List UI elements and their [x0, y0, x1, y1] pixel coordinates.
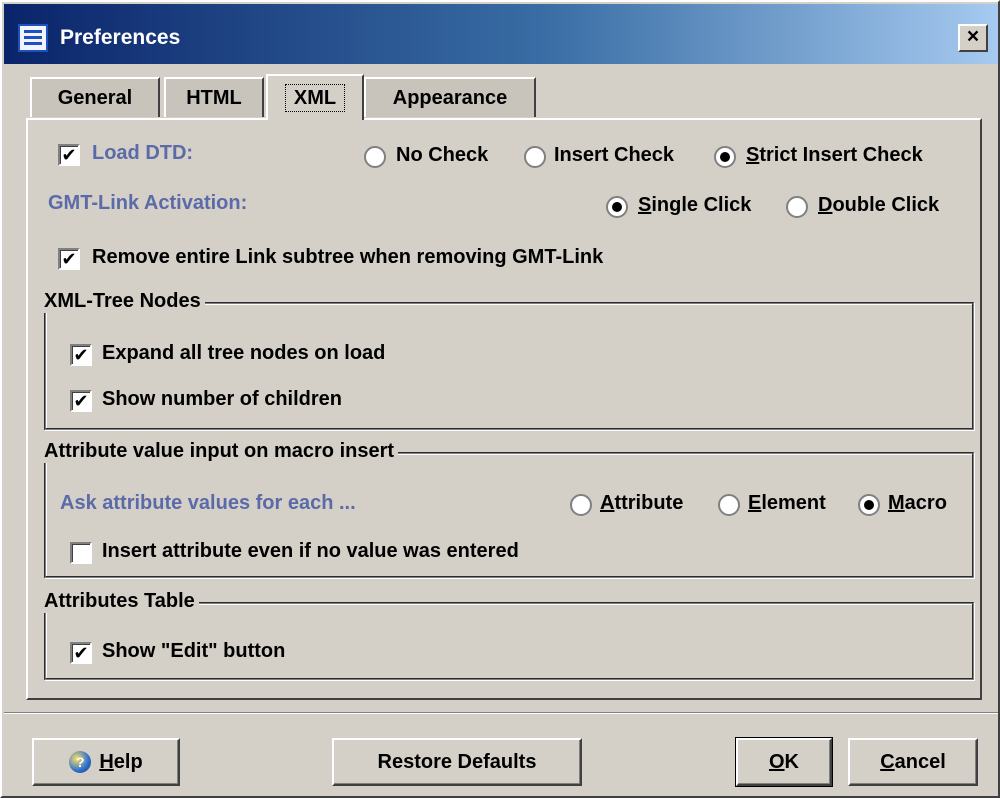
tab-appearance-label: Appearance — [392, 86, 508, 109]
expand-tree-nodes-label: Expand all tree nodes on load — [102, 342, 386, 364]
help-icon: ? — [69, 751, 92, 773]
close-icon: × — [966, 25, 980, 48]
insert-empty-attribute-label: Insert attribute even if no value was en… — [102, 540, 519, 562]
ask-element-radio[interactable] — [718, 494, 740, 516]
restore-defaults-label: Restore Defaults — [377, 750, 537, 773]
ask-attribute-values-label: Ask attribute values for each ... — [60, 492, 356, 514]
insert-check-label: Insert Check — [554, 144, 675, 166]
show-edit-button-label: Show "Edit" button — [102, 640, 286, 662]
ask-macro-radio[interactable] — [858, 494, 880, 516]
show-edit-button-checkbox[interactable]: ✔ — [70, 642, 92, 664]
title-bar[interactable]: Preferences × — [4, 4, 998, 64]
cancel-button[interactable]: Cancel — [848, 738, 978, 786]
tab-general[interactable]: General — [30, 77, 160, 117]
ask-macro-label: Macro — [888, 492, 947, 514]
expand-tree-nodes-checkbox[interactable]: ✔ — [70, 344, 92, 366]
help-button-label: Help — [99, 750, 143, 773]
check-icon: ✔ — [73, 643, 89, 663]
window-title: Preferences — [60, 26, 181, 49]
ok-button-label: OK — [768, 750, 799, 773]
show-children-count-label: Show number of children — [102, 388, 343, 410]
xml-tree-nodes-title: XML-Tree Nodes — [42, 290, 205, 313]
double-click-radio[interactable] — [786, 196, 808, 218]
show-children-count-checkbox[interactable]: ✔ — [70, 390, 92, 412]
ask-attribute-label: Attribute — [600, 492, 684, 514]
ask-element-label: Element — [748, 492, 826, 514]
preferences-app-icon — [18, 24, 48, 52]
xml-settings-panel: ✔ Load DTD: No Check Insert Check Strict… — [26, 118, 982, 700]
cancel-button-label: Cancel — [880, 750, 946, 773]
tab-html[interactable]: HTML — [164, 77, 264, 117]
single-click-radio[interactable] — [606, 196, 628, 218]
tab-appearance[interactable]: Appearance — [364, 77, 536, 117]
tab-xml-label: XML — [284, 84, 346, 112]
insert-check-radio[interactable] — [524, 146, 546, 168]
ask-attribute-radio[interactable] — [570, 494, 592, 516]
ok-button[interactable]: OK — [735, 737, 833, 787]
insert-empty-attribute-checkbox[interactable] — [70, 542, 92, 564]
tab-xml[interactable]: XML — [266, 74, 364, 120]
check-icon: ✔ — [61, 145, 77, 165]
remove-link-subtree-label: Remove entire Link subtree when removing… — [92, 246, 604, 268]
button-bar-separator — [4, 712, 998, 714]
check-icon: ✔ — [73, 391, 89, 411]
strict-insert-check-label: Strict Insert Check — [746, 144, 923, 166]
load-dtd-checkbox[interactable]: ✔ — [58, 144, 80, 166]
check-icon: ✔ — [73, 345, 89, 365]
single-click-label: Single Click — [638, 194, 752, 216]
attribute-input-title: Attribute value input on macro insert — [42, 440, 399, 463]
help-button[interactable]: ? Help — [32, 738, 180, 786]
no-check-label: No Check — [396, 144, 489, 166]
strict-insert-check-radio[interactable] — [714, 146, 736, 168]
tab-general-label: General — [57, 86, 133, 109]
double-click-label: Double Click — [818, 194, 940, 216]
load-dtd-label: Load DTD: — [92, 142, 194, 164]
gmt-link-activation-label: GMT-Link Activation: — [48, 192, 248, 214]
no-check-radio[interactable] — [364, 146, 386, 168]
preferences-dialog: Preferences × General HTML XML Appearanc… — [0, 0, 1000, 798]
tab-html-label: HTML — [186, 86, 242, 109]
close-button[interactable]: × — [958, 24, 988, 52]
check-icon: ✔ — [61, 249, 77, 269]
restore-defaults-button[interactable]: Restore Defaults — [332, 738, 582, 786]
remove-link-subtree-checkbox[interactable]: ✔ — [58, 248, 80, 270]
attributes-table-title: Attributes Table — [42, 590, 199, 613]
